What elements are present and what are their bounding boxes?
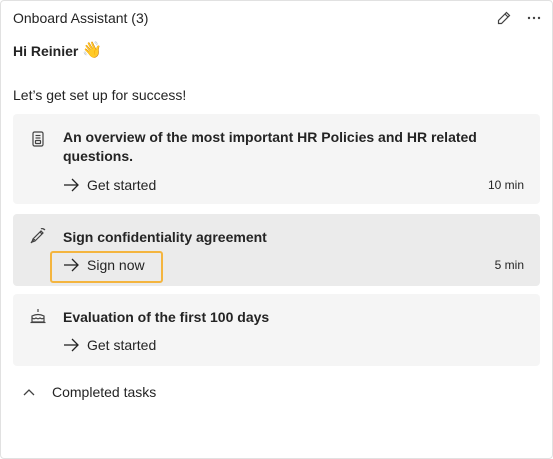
document-policy-icon [29, 130, 47, 148]
signature-pen-icon [29, 227, 47, 245]
task-duration: 10 min [487, 178, 524, 192]
completed-tasks-label: Completed tasks [52, 384, 157, 400]
task-card-hr-policies[interactable]: An overview of the most important HR Pol… [13, 114, 540, 204]
focus-highlight [50, 251, 163, 283]
task-title: Evaluation of the first 100 days [63, 309, 270, 325]
arrow-right-icon [64, 338, 79, 352]
task-title: An overview of the most important HR Pol… [63, 129, 477, 164]
task-title: Sign confidentiality agreement [63, 229, 267, 245]
more-options-icon[interactable] [525, 9, 543, 27]
card-title: Onboard Assistant (3) [13, 10, 149, 26]
arrow-right-icon [64, 178, 79, 192]
greeting-text: Hi Reinier [13, 43, 79, 59]
waving-hand-icon: 👋 [82, 42, 103, 59]
get-started-button[interactable]: Get started [63, 174, 156, 196]
task-action-label: Get started [87, 177, 157, 193]
task-action-label: Get started [87, 337, 157, 353]
completed-tasks-toggle[interactable]: Completed tasks [22, 384, 156, 400]
chevron-up-icon [23, 389, 35, 396]
card-header: Onboard Assistant (3) [13, 8, 543, 28]
task-card-evaluation[interactable]: Evaluation of the first 100 days Get sta… [13, 294, 540, 366]
task-duration: 5 min [494, 258, 524, 272]
cake-icon [29, 307, 47, 325]
edit-icon[interactable] [495, 9, 513, 27]
header-actions [495, 9, 543, 27]
get-started-button[interactable]: Get started [63, 334, 156, 356]
greeting: Hi Reinier 👋 [13, 42, 103, 60]
subtitle: Let’s get set up for success! [13, 87, 187, 103]
task-card-confidentiality[interactable]: Sign confidentiality agreement Sign now … [13, 214, 540, 286]
